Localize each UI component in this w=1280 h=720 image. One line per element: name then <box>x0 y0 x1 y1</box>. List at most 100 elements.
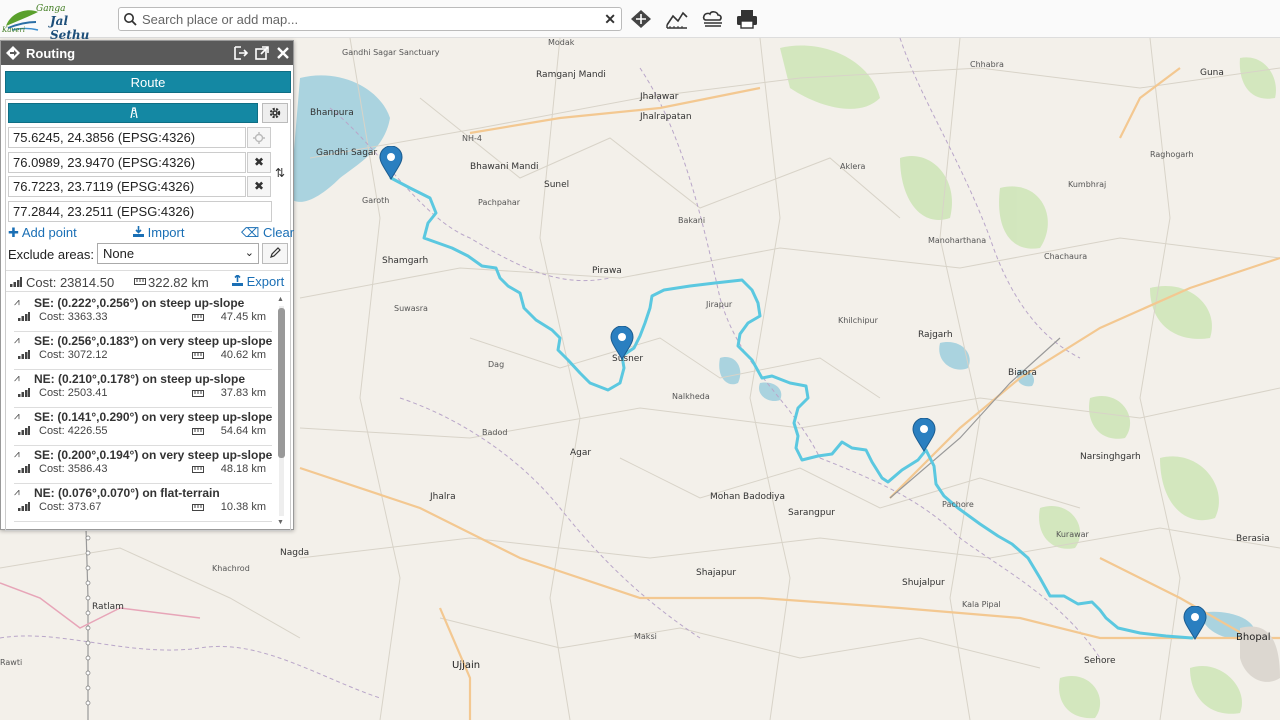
cloud-layers-icon[interactable] <box>700 7 726 31</box>
waypoint-marker-4[interactable] <box>1182 606 1208 640</box>
map-layers-icon[interactable] <box>628 7 654 31</box>
elevation-profile-icon[interactable] <box>664 7 690 31</box>
add-point-label: Add point <box>21 225 77 240</box>
waypoint-input-1[interactable] <box>8 127 246 148</box>
step-cost: Cost: 373.67 <box>39 501 102 513</box>
map-label: Kala Pipal <box>962 600 1001 609</box>
travel-mode-button[interactable] <box>8 103 258 123</box>
route-step[interactable]: ⩘ NE: (0.210°,0.178°) on steep up-slope … <box>14 370 272 408</box>
map-label: Sunel <box>544 180 570 190</box>
locate-waypoint-button[interactable] <box>247 127 271 148</box>
map-label: Bhanpura <box>310 108 354 118</box>
step-distance: 54.64 km <box>220 425 266 437</box>
top-bar: Ganga Jal Sethu Kaveri ✕ <box>0 0 1280 42</box>
exclude-areas-select[interactable]: None ⌄ <box>97 243 259 264</box>
direction-icon: ⩘ <box>14 335 20 346</box>
cost-bars-icon <box>18 426 30 435</box>
map-label: Narsinghgarh <box>1080 452 1141 462</box>
map-label: Shajapur <box>696 568 737 578</box>
waypoint-marker-1[interactable] <box>378 146 404 180</box>
search-input[interactable] <box>142 10 597 28</box>
map-label: Ratlam <box>92 602 124 612</box>
route-step[interactable]: ⩘ NE: (0.076°,0.070°) on flat-terrain Co… <box>14 484 272 522</box>
cost-bars-icon <box>18 350 30 359</box>
map-label: Kumbhraj <box>1068 180 1107 189</box>
total-distance: 322.82 km <box>148 275 209 290</box>
crosshair-icon <box>253 132 265 144</box>
step-title: SE: (0.141°,0.290°) on very steep up-slo… <box>34 410 273 424</box>
reverse-waypoints-icon[interactable]: ⇅ <box>275 166 285 180</box>
search-icon <box>124 13 137 26</box>
step-cost: Cost: 3072.12 <box>39 349 108 361</box>
map-label: Sarangpur <box>788 508 835 518</box>
route-step[interactable]: ⩘ SE: (0.222°,0.256°) on steep up-slope … <box>14 294 272 332</box>
steps-scrollbar[interactable]: ▲ ▼ <box>276 296 286 526</box>
close-icon[interactable] <box>275 45 291 61</box>
remove-waypoint-3-button[interactable]: ✖ <box>247 176 271 197</box>
step-distance: 37.83 km <box>220 387 266 399</box>
popout-panel-icon[interactable] <box>254 45 270 61</box>
remove-waypoint-2-button[interactable]: ✖ <box>247 152 271 173</box>
waypoint-input-3[interactable] <box>8 176 246 197</box>
map-label: Jhalra <box>430 492 456 502</box>
map-label: Jirapur <box>706 300 733 309</box>
step-title: SE: (0.256°,0.183°) on very steep up-slo… <box>34 334 273 348</box>
map-label: Bakani <box>678 216 706 225</box>
export-icon <box>232 273 243 286</box>
map-label: Guna <box>1200 68 1224 78</box>
add-point-button[interactable]: ✚ Add point <box>8 225 77 241</box>
tab-route[interactable]: Route <box>5 71 291 93</box>
map-label: NH-4 <box>462 134 482 143</box>
ruler-icon <box>192 504 204 511</box>
waypoint-input-4[interactable] <box>8 201 272 222</box>
import-button[interactable]: Import <box>133 225 184 240</box>
map-label: Biaora <box>1008 368 1037 378</box>
map-label: Rawti <box>0 658 23 667</box>
map-label: Raghogarh <box>1150 150 1194 159</box>
waypoint-marker-2[interactable] <box>609 326 635 360</box>
logo-text-top: Ganga <box>36 4 66 14</box>
map-label: Shamgarh <box>382 256 429 266</box>
map-label: Modak <box>548 38 575 47</box>
scroll-thumb[interactable] <box>278 308 285 458</box>
step-title: SE: (0.200°,0.194°) on very steep up-slo… <box>34 448 273 462</box>
route-step[interactable]: ⩘ SE: (0.200°,0.194°) on very steep up-s… <box>14 446 272 484</box>
map-label: Khachrod <box>212 564 250 573</box>
step-distance: 48.18 km <box>220 463 266 475</box>
ruler-icon <box>192 352 204 359</box>
map-label: Agar <box>570 448 592 458</box>
direction-icon: ⩘ <box>14 487 20 498</box>
waypoint-marker-3[interactable] <box>911 418 937 452</box>
search-box: ✕ <box>118 7 622 31</box>
route-step[interactable]: ⩘ SE: (0.256°,0.183°) on very steep up-s… <box>14 332 272 370</box>
map-label: Pachore <box>942 500 974 509</box>
app-logo[interactable]: Ganga Jal Sethu Kaveri <box>0 2 110 42</box>
map-label: Nagda <box>280 548 310 558</box>
clear-button[interactable]: ⌫ Clear <box>241 225 294 241</box>
map-label: Maksi <box>634 632 657 641</box>
scroll-down-icon[interactable]: ▼ <box>277 519 284 526</box>
route-summary: Cost: 23814.50 322.82 km Export <box>6 270 290 292</box>
logo-text-main: Jal Sethu <box>50 14 90 42</box>
map-label: Kurawar <box>1056 530 1089 539</box>
map-label: Chachaura <box>1044 252 1088 261</box>
step-cost: Cost: 4226.55 <box>39 425 108 437</box>
route-step[interactable]: ⩘ SE: (0.141°,0.290°) on very steep up-s… <box>14 408 272 446</box>
ruler-icon <box>192 428 204 435</box>
import-label: Import <box>147 225 185 240</box>
step-cost: Cost: 3363.33 <box>39 311 108 323</box>
map-label: Sehore <box>1084 656 1116 666</box>
route-settings-button[interactable] <box>262 103 288 123</box>
export-button[interactable]: Export <box>232 273 284 289</box>
dock-panel-icon[interactable] <box>233 45 249 61</box>
print-icon[interactable] <box>734 7 760 31</box>
map-label: Berasia <box>1236 534 1270 544</box>
scroll-up-icon[interactable]: ▲ <box>277 296 284 303</box>
clear-search-icon[interactable]: ✕ <box>604 11 616 28</box>
edit-exclude-areas-button[interactable] <box>262 243 288 264</box>
map-label: Jhalawar <box>640 92 679 102</box>
exclude-areas-label: Exclude areas: <box>8 247 94 262</box>
waypoint-input-2[interactable] <box>8 152 246 173</box>
step-cost: Cost: 2503.41 <box>39 387 108 399</box>
walking-route-icon <box>130 107 138 119</box>
